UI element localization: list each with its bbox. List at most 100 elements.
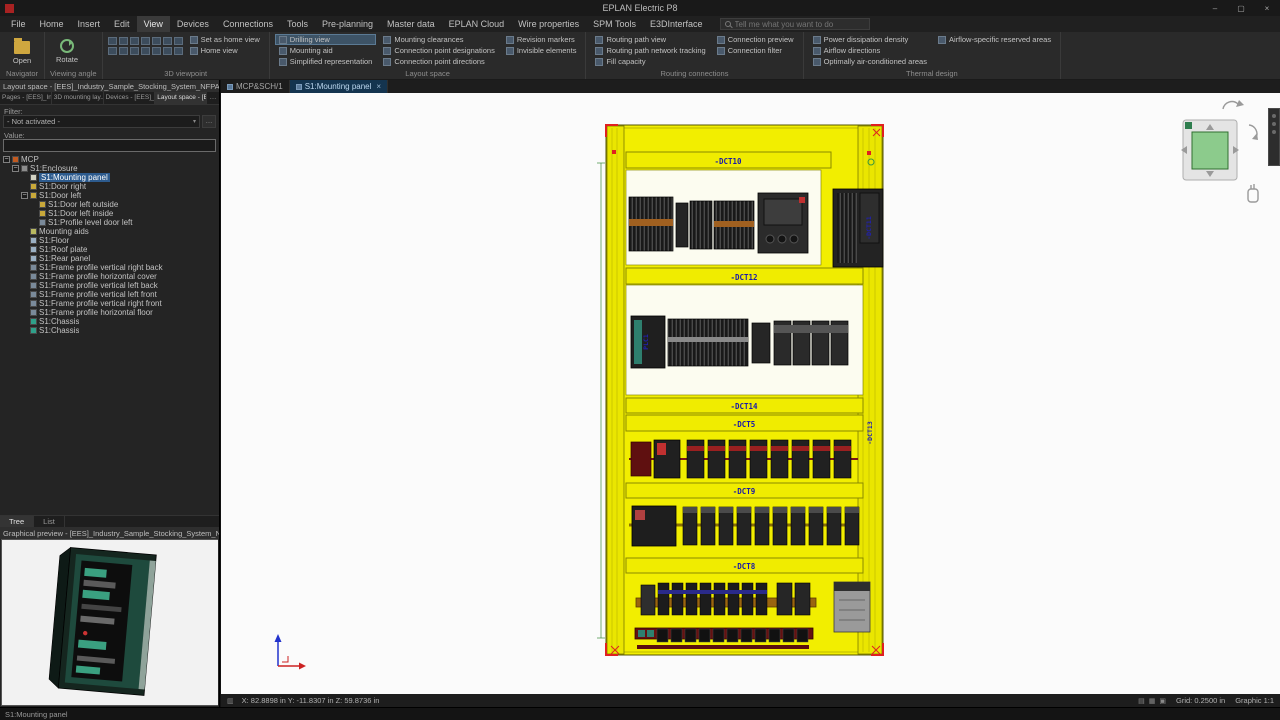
ribbon-routing-path-network-tracking-button[interactable]: Routing path network tracking [591,45,709,56]
menu-wire-properties[interactable]: Wire properties [511,16,586,32]
menu-pre-planning[interactable]: Pre-planning [315,16,380,32]
ribbon-drilling-view-button[interactable]: Drilling view [275,34,377,45]
view-angle-icon[interactable] [174,37,183,45]
ribbon-mounting-aid-button[interactable]: Mounting aid [275,45,377,56]
menu-spm-tools[interactable]: SPM Tools [586,16,643,32]
doctab-s1-mounting-panel[interactable]: S1:Mounting panel× [290,80,388,93]
tree-item-s1-frame-profile-vertical-right-front[interactable]: S1:Frame profile vertical right front [0,299,219,308]
ribbon-optimally-air-conditioned-areas-button[interactable]: Optimally air-conditioned areas [809,56,931,67]
menu-e3dinterface[interactable]: E3DInterface [643,16,710,32]
ribbon-connection-point-directions-button[interactable]: Connection point directions [379,56,499,67]
navigator-tab-3[interactable]: Layout space - [E... [155,92,207,104]
view-angle-icon[interactable] [130,47,139,55]
collapse-icon[interactable]: − [21,192,28,199]
ribbon-power-dissipation-density-button[interactable]: Power dissipation density [809,34,931,45]
ribbon-open-button[interactable]: Open [5,34,39,68]
view-angle-icon[interactable] [152,47,161,55]
view-angle-icon[interactable] [141,37,150,45]
ribbon-connection-filter-button[interactable]: Connection filter [713,45,798,56]
navigator-tabs: Pages - [EES]_Ind...3D mounting lay...De… [0,92,219,105]
docked-panel-tab[interactable] [1268,108,1280,166]
view-angle-icon[interactable] [130,37,139,45]
ribbon-home-view-button[interactable]: Home view [186,45,264,56]
tab-list[interactable]: List [34,516,65,527]
menu-tools[interactable]: Tools [280,16,315,32]
ribbon-airflow-directions-button[interactable]: Airflow directions [809,45,931,56]
view-angle-icon[interactable] [174,47,183,55]
menu-insert[interactable]: Insert [71,16,108,32]
tree-item-s1-enclosure[interactable]: −S1:Enclosure [0,164,219,173]
tree-item-mounting-aids[interactable]: Mounting aids [0,227,219,236]
tree-item-s1-frame-profile-vertical-right-back[interactable]: S1:Frame profile vertical right back [0,263,219,272]
view-angle-icon[interactable] [108,47,117,55]
menu-home[interactable]: Home [33,16,71,32]
view-cube[interactable] [1181,120,1239,180]
menu-view[interactable]: View [137,16,170,32]
tree-item-mcp[interactable]: −MCP [0,155,219,164]
filter-dropdown[interactable]: - Not activated - ▾ [3,115,200,128]
tree-item-s1-frame-profile-horizontal-cover[interactable]: S1:Frame profile horizontal cover [0,272,219,281]
ribbon-revision-markers-button[interactable]: Revision markers [502,34,581,45]
navigator-tab-1[interactable]: 3D mounting lay... [52,92,104,104]
maximize-button[interactable]: ▢ [1228,0,1254,16]
tree-item-s1-chassis[interactable]: S1:Chassis [0,326,219,335]
close-button[interactable]: × [1254,0,1280,16]
view-angle-icon[interactable] [119,47,128,55]
tree-item-s1-door-right[interactable]: S1:Door right [0,182,219,191]
collapse-icon[interactable]: − [3,156,10,163]
tree-item-s1-rear-panel[interactable]: S1:Rear panel [0,254,219,263]
ribbon-mounting-clearances-button[interactable]: Mounting clearances [379,34,499,45]
tree-item-s1-door-left-outside[interactable]: S1:Door left outside [0,200,219,209]
filter-more-button[interactable]: … [202,115,216,128]
tree-item-s1-profile-level-door-left[interactable]: S1:Profile level door left [0,218,219,227]
tree-item-s1-chassis[interactable]: S1:Chassis [0,317,219,326]
tree-item-s1-roof-plate[interactable]: S1:Roof plate [0,245,219,254]
command-search[interactable] [720,18,870,30]
view-angle-icon[interactable] [163,47,172,55]
snap-toggle-icon[interactable]: ▣ [1159,697,1166,705]
tab-overflow-button[interactable]: … [207,92,219,104]
tree-item-s1-frame-profile-vertical-left-back[interactable]: S1:Frame profile vertical left back [0,281,219,290]
ribbon-fill-capacity-button[interactable]: Fill capacity [591,56,709,67]
view-angle-icon[interactable] [108,37,117,45]
collapse-icon[interactable]: − [12,165,19,172]
tree-item-s1-floor[interactable]: S1:Floor [0,236,219,245]
view-angle-icon[interactable] [163,37,172,45]
view-angle-icon[interactable] [152,37,161,45]
selection-mode-icon[interactable]: ▥ [227,697,234,705]
view-angle-icon[interactable] [141,47,150,55]
ribbon-invisible-elements-button[interactable]: Invisible elements [502,45,581,56]
menu-edit[interactable]: Edit [107,16,137,32]
tree-item-s1-mounting-panel[interactable]: S1:Mounting panel [0,173,219,182]
menu-eplan-cloud[interactable]: EPLAN Cloud [442,16,512,32]
drawing-canvas[interactable]: -DCT10 -DCT12 -DCT14 -DCT5 -DCT9 -DCT8 [221,93,1280,694]
view-angle-icon[interactable] [119,37,128,45]
ribbon-group-layout-space: Drilling viewMounting aidSimplified repr… [270,32,587,79]
tree-item-s1-door-left[interactable]: −S1:Door left [0,191,219,200]
grid-toggle-icon[interactable]: ▦ [1149,697,1156,705]
menu-connections[interactable]: Connections [216,16,280,32]
ribbon-rotate-button[interactable]: Rotate [50,34,84,68]
value-input[interactable] [3,139,216,152]
layer-icon[interactable]: ▤ [1138,697,1145,705]
navigator-tab-0[interactable]: Pages - [EES]_Ind... [0,92,52,104]
ribbon-set-as-home-view-button[interactable]: Set as home view [186,34,264,45]
tab-tree[interactable]: Tree [0,516,34,527]
menu-devices[interactable]: Devices [170,16,216,32]
ribbon-connection-preview-button[interactable]: Connection preview [713,34,798,45]
ribbon-airflow-specific-reserved-areas-button[interactable]: Airflow-specific reserved areas [934,34,1055,45]
search-input[interactable] [735,20,865,29]
tree-item-s1-frame-profile-vertical-left-front[interactable]: S1:Frame profile vertical left front [0,290,219,299]
menu-master-data[interactable]: Master data [380,16,442,32]
ribbon-connection-point-designations-button[interactable]: Connection point designations [379,45,499,56]
ribbon-simplified-representation-button[interactable]: Simplified representation [275,56,377,67]
navigator-tab-2[interactable]: Devices - [EES]_In... [104,92,156,104]
doctab-mcp-sch-1[interactable]: MCP&SCH/1 [221,80,290,93]
mounting-panel[interactable]: -DCT10 -DCT12 -DCT14 -DCT5 -DCT9 -DCT8 [597,125,883,655]
close-tab-icon[interactable]: × [376,82,381,91]
minimize-button[interactable]: – [1202,0,1228,16]
ribbon-routing-path-view-button[interactable]: Routing path view [591,34,709,45]
tree-item-s1-frame-profile-horizontal-floor[interactable]: S1:Frame profile horizontal floor [0,308,219,317]
menu-file[interactable]: File [4,16,33,32]
tree-item-s1-door-left-inside[interactable]: S1:Door left inside [0,209,219,218]
